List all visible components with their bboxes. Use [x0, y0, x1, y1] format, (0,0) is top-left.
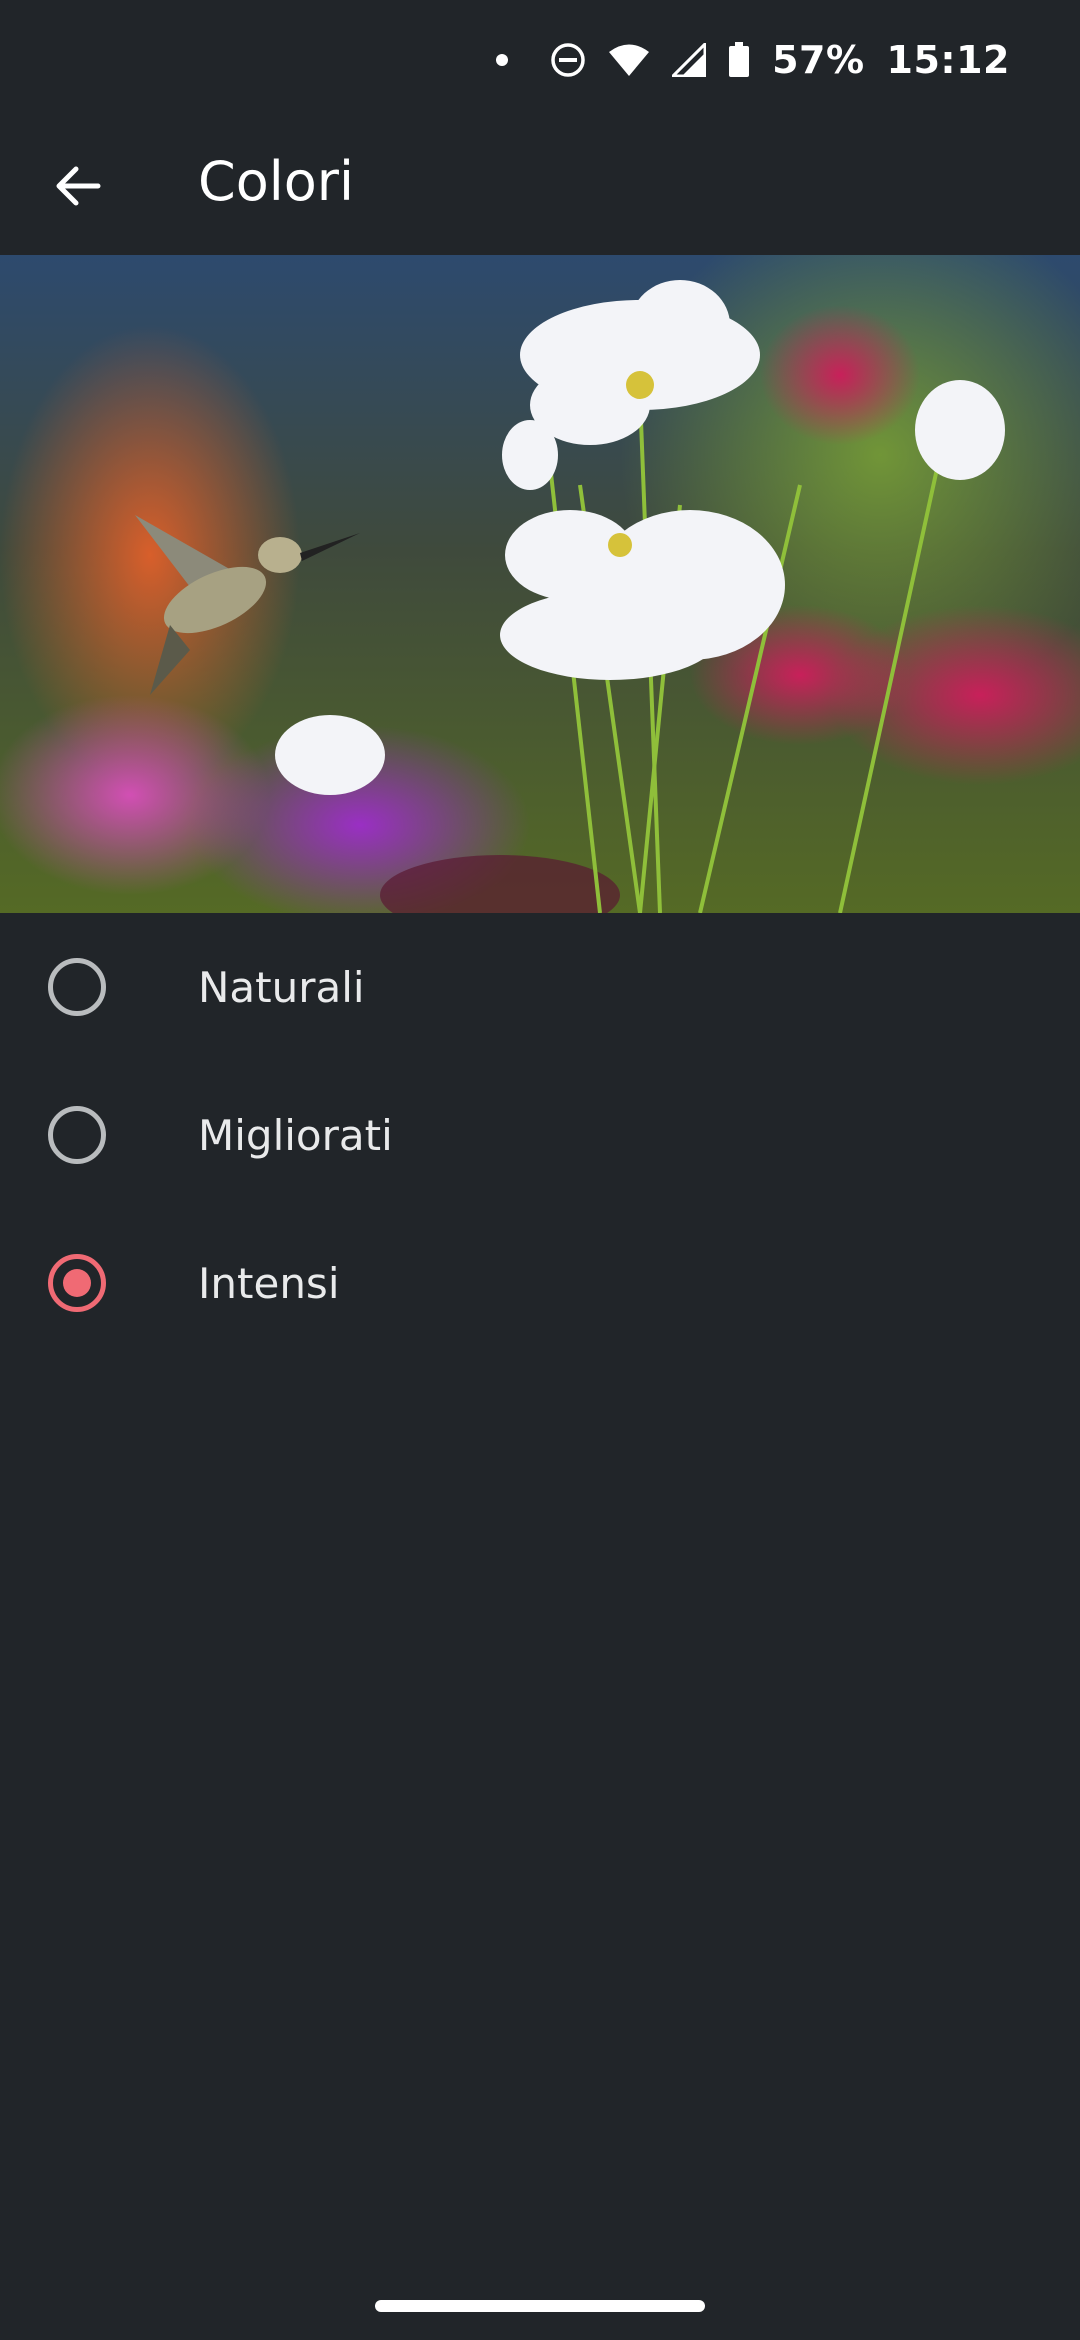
- radio-selected-indicator: [63, 1269, 91, 1297]
- notification-dot-icon: [496, 54, 509, 66]
- do-not-disturb-icon: [550, 42, 586, 78]
- arrow-back-icon: [56, 166, 101, 206]
- radio-button-naturali[interactable]: [48, 958, 106, 1016]
- status-bar: 57% 15:12: [0, 0, 1080, 120]
- option-naturali[interactable]: Naturali: [0, 913, 1080, 1061]
- app-bar: Colori: [0, 120, 1080, 255]
- battery-percent: 57%: [772, 38, 865, 82]
- gesture-navigation-handle[interactable]: [375, 2300, 705, 2312]
- battery-icon: [728, 42, 750, 78]
- clock: 15:12: [886, 38, 1010, 82]
- option-label-intensi: Intensi: [198, 1258, 340, 1308]
- page-title: Colori: [198, 150, 354, 213]
- option-label-naturali: Naturali: [198, 962, 365, 1012]
- color-mode-options: Naturali Migliorati Intensi: [0, 913, 1080, 1357]
- radio-button-intensi[interactable]: [48, 1254, 106, 1312]
- cell-signal-icon: [672, 43, 707, 77]
- option-label-migliorati: Migliorati: [198, 1110, 393, 1160]
- hummingbird-and-flowers-photo: [0, 255, 1080, 913]
- back-button[interactable]: [40, 148, 116, 224]
- screen: 57% 15:12 Colori Naturali Migliorati Int…: [0, 0, 1080, 2340]
- option-migliorati[interactable]: Migliorati: [0, 1061, 1080, 1209]
- radio-button-migliorati[interactable]: [48, 1106, 106, 1164]
- option-intensi[interactable]: Intensi: [0, 1209, 1080, 1357]
- wifi-icon: [608, 43, 650, 77]
